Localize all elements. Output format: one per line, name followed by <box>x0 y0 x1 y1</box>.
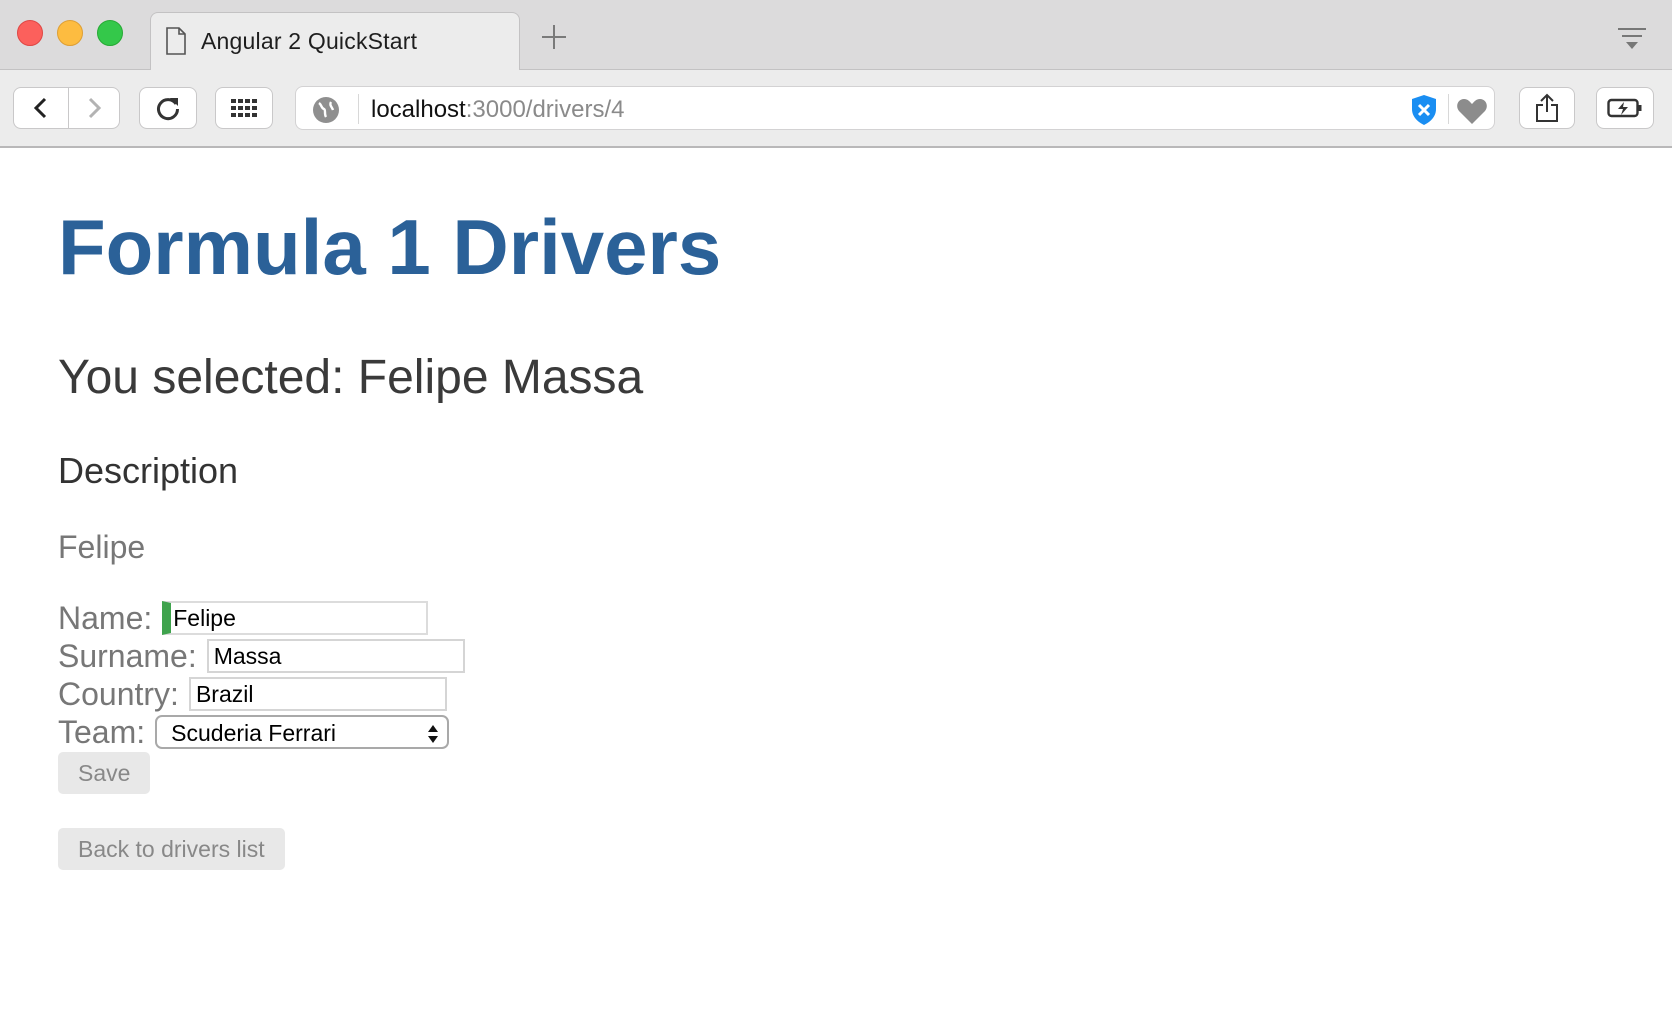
country-row: Country: <box>58 676 447 712</box>
chevron-left-icon <box>33 97 47 119</box>
url-text[interactable]: localhost:3000/drivers/4 <box>371 96 625 124</box>
team-select[interactable]: Scuderia Ferrari <box>155 715 450 749</box>
browser-toolbar: localhost:3000/drivers/4 <box>0 70 1672 148</box>
forward-button[interactable] <box>68 87 120 129</box>
select-arrows-icon <box>428 725 439 743</box>
reload-button[interactable] <box>139 87 197 129</box>
close-window-button[interactable] <box>17 20 43 46</box>
surname-label: Surname: <box>58 638 197 674</box>
save-button[interactable]: Save <box>58 752 151 794</box>
grid-icon <box>231 99 257 117</box>
team-select-value: Scuderia Ferrari <box>171 720 337 746</box>
heart-icon[interactable] <box>1456 97 1488 125</box>
zoom-window-button[interactable] <box>97 20 123 46</box>
url-host: localhost <box>371 96 466 123</box>
battery-icon <box>1607 98 1642 118</box>
page-content: Formula 1 Drivers You selected: Felipe M… <box>58 148 1638 1008</box>
tab-bar: Angular 2 QuickStart <box>0 0 1672 70</box>
address-divider <box>358 94 359 124</box>
minimize-window-button[interactable] <box>57 20 83 46</box>
battery-button[interactable] <box>1596 87 1654 129</box>
address-divider <box>1448 94 1449 124</box>
shield-icon[interactable] <box>1410 94 1438 126</box>
surname-field[interactable] <box>206 639 465 673</box>
plus-icon[interactable] <box>539 22 569 52</box>
team-row: Team: Scuderia Ferrari <box>58 714 450 750</box>
tab-title: Angular 2 QuickStart <box>201 28 418 54</box>
description-heading: Description <box>58 450 239 491</box>
chevron-right-icon <box>88 97 102 119</box>
name-row: Name: <box>58 600 429 636</box>
back-to-list-button[interactable]: Back to drivers list <box>58 828 285 870</box>
driver-first-name: Felipe <box>58 529 146 565</box>
address-bar[interactable]: localhost:3000/drivers/4 <box>295 86 1495 130</box>
country-field[interactable] <box>188 677 447 711</box>
globe-icon <box>313 97 339 123</box>
team-label: Team: <box>58 714 146 750</box>
name-label: Name: <box>58 600 153 636</box>
back-button[interactable] <box>13 87 69 129</box>
page-title: Formula 1 Drivers <box>58 203 722 291</box>
selected-driver-heading: You selected: Felipe Massa <box>58 351 644 404</box>
document-icon <box>166 27 186 55</box>
name-field[interactable] <box>162 601 429 635</box>
browser-tab[interactable]: Angular 2 QuickStart <box>150 12 520 70</box>
tab-overview-icon[interactable] <box>1616 26 1648 52</box>
surname-row: Surname: <box>58 638 465 674</box>
apps-button[interactable] <box>215 87 273 129</box>
country-label: Country: <box>58 676 179 712</box>
url-path: :3000/drivers/4 <box>465 96 625 123</box>
reload-icon <box>157 98 180 121</box>
share-button[interactable] <box>1519 87 1575 129</box>
share-icon <box>1536 93 1558 122</box>
